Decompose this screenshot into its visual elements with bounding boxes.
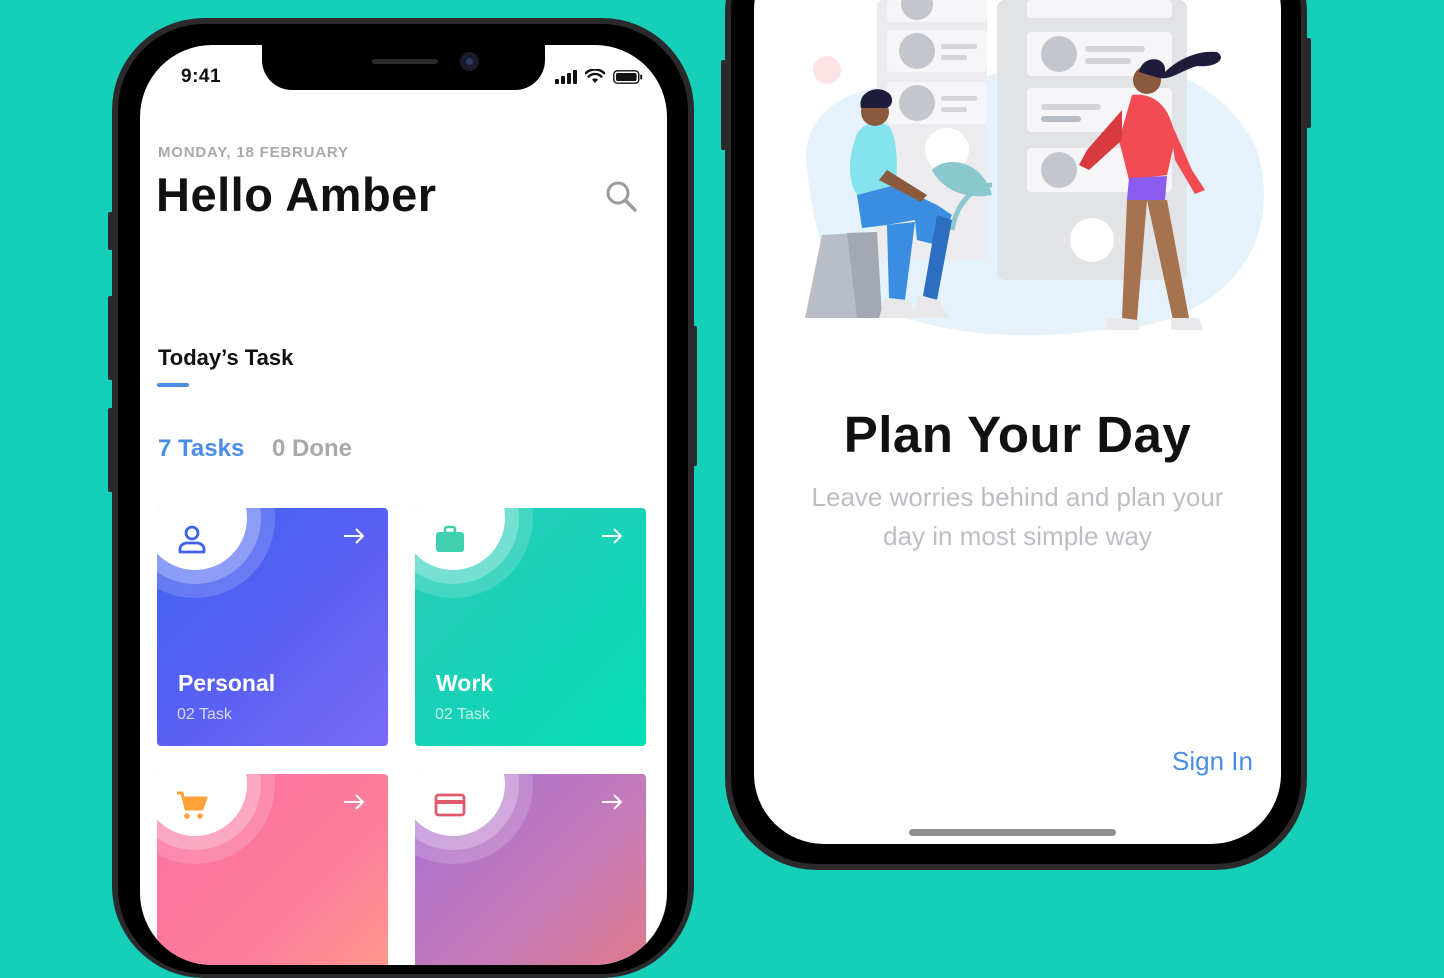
greeting-title: Hello Amber [156,168,437,221]
onboarding-subtitle: Leave worries behind and plan your day i… [811,482,1224,551]
category-card-personal[interactable]: Personal 02 Task [157,508,388,746]
cart-icon [177,791,208,819]
card-title: Personal [178,670,276,696]
planning-illustration [805,0,1264,336]
arrow-right-icon [602,528,623,544]
home-indicator[interactable] [909,829,1116,836]
section-title: Today’s Task [158,345,294,370]
category-card-work[interactable]: Work 02 Task [415,508,646,746]
done-count[interactable]: 0 Done [272,435,352,463]
arrow-right-icon [602,794,623,810]
onboarding-title: Plan Your Day [843,406,1192,463]
signal-icon [555,69,577,84]
search-button[interactable] [604,179,640,215]
person-icon [178,525,206,554]
speaker-grille [372,59,438,64]
card-subtitle: 02 Task [177,706,232,723]
arrow-right-icon [344,794,365,810]
wifi-icon [585,69,605,83]
section-underline [157,383,189,387]
tasks-count[interactable]: 7 Tasks [158,435,244,463]
onboarding-screen: Plan Your Day Leave worries behind and p… [754,0,1281,844]
credit-card-icon [434,793,466,817]
notch [262,45,545,90]
date-label: MONDAY, 18 FEBRUARY [158,144,349,161]
search-icon [606,181,637,212]
battery-icon [613,69,643,84]
card-title: Work [436,670,494,696]
sign-in-link[interactable]: Sign In [1172,746,1253,777]
task-home-screen: 9:41 MONDAY, 18 FEBRUARY Hello Amber Tod… [140,45,667,965]
status-time: 9:41 [181,66,222,87]
status-icons [555,69,643,84]
arrow-right-icon [344,528,365,544]
briefcase-icon [436,525,464,552]
category-card-payment[interactable] [415,774,646,965]
front-camera [460,52,479,71]
category-card-shopping[interactable] [157,774,388,965]
card-subtitle: 02 Task [435,706,490,723]
